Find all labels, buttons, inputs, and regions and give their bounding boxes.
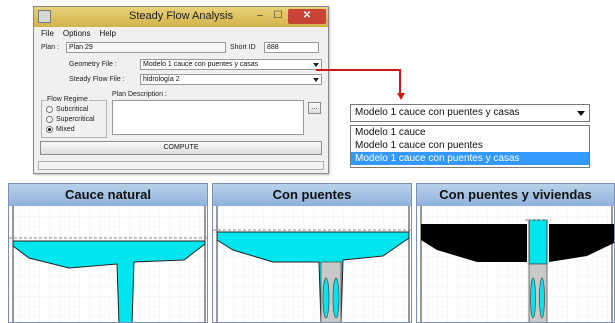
menu-bar: File Options Help — [34, 27, 328, 40]
geometry-file-value: Modelo 1 cauce con puentes y casas — [143, 61, 259, 68]
flow-regime-label: Flow Regime — [46, 96, 89, 103]
panel-title: Con puentes — [213, 184, 411, 206]
flow-regime-group: Flow Regime Subcritical Supercritical Mi… — [41, 96, 107, 138]
geometry-dropdown-selected: Modelo 1 cauce con puentes y casas — [355, 107, 520, 118]
radio-mixed-label: Mixed — [56, 126, 75, 133]
geometry-file-select[interactable]: Modelo 1 cauce con puentes y casas — [140, 59, 322, 70]
radio-subcritical-label: Subcritical — [56, 106, 89, 113]
callout-arrow-icon — [397, 93, 405, 100]
plan-label: Plan : — [41, 44, 59, 51]
water-channel — [528, 219, 548, 265]
steady-flow-file-select[interactable]: hidrología 2 — [140, 74, 322, 85]
plan-description-label: Plan Description : — [112, 91, 167, 98]
chevron-down-icon[interactable] — [311, 61, 320, 68]
cross-section-natural — [9, 206, 207, 322]
menu-help[interactable]: Help — [99, 29, 115, 38]
dropdown-option[interactable]: Modelo 1 cauce — [351, 126, 589, 139]
close-icon[interactable]: ✕ — [288, 9, 326, 24]
radio-icon — [46, 116, 53, 123]
chevron-down-icon[interactable] — [574, 107, 586, 119]
panel-cauce-natural: Cauce natural — [8, 183, 208, 323]
cross-section-puentes — [213, 206, 411, 322]
compute-button[interactable]: COMPUTE — [40, 141, 322, 155]
geometry-dropdown-zoom[interactable]: Modelo 1 cauce con puentes y casas — [350, 104, 590, 122]
dropdown-option-selected[interactable]: Modelo 1 cauce con puentes y casas — [351, 152, 589, 165]
panel-title: Cauce natural — [9, 184, 207, 206]
minimize-icon[interactable]: – — [252, 9, 268, 24]
grid — [417, 206, 614, 322]
steady-flow-window: Steady Flow Analysis – ☐ ✕ File Options … — [33, 6, 329, 174]
steady-flow-file-value: hidrología 2 — [143, 76, 180, 83]
dropdown-option[interactable]: Modelo 1 cauce con puentes — [351, 139, 589, 152]
radio-selected-icon — [46, 126, 53, 133]
panel-con-puentes: Con puentes — [212, 183, 412, 323]
browse-button[interactable]: ... — [308, 102, 321, 114]
radio-icon — [46, 106, 53, 113]
geometry-dropdown-list: Modelo 1 cauce Modelo 1 cauce con puente… — [350, 125, 590, 168]
menu-file[interactable]: File — [41, 29, 54, 38]
maximize-icon[interactable]: ☐ — [270, 9, 286, 24]
callout-line-horizontal — [316, 69, 400, 71]
geometry-file-label: Geometry File : — [69, 61, 117, 68]
radio-supercritical[interactable]: Supercritical — [46, 116, 95, 123]
short-id-field[interactable]: 888 — [264, 42, 319, 53]
chevron-down-icon[interactable] — [311, 76, 320, 83]
radio-mixed[interactable]: Mixed — [46, 126, 75, 133]
menu-options[interactable]: Options — [63, 29, 91, 38]
cross-section-viviendas — [417, 206, 614, 322]
steady-flow-file-label: Steady Flow File : — [69, 76, 125, 83]
plan-name-field[interactable]: Plan 29 — [66, 42, 226, 53]
panel-title: Con puentes y viviendas — [417, 184, 614, 206]
plan-description-textarea[interactable] — [112, 100, 304, 135]
radio-subcritical[interactable]: Subcritical — [46, 106, 88, 113]
short-id-label: Short ID — [230, 44, 256, 51]
title-bar[interactable]: Steady Flow Analysis – ☐ ✕ — [34, 7, 328, 27]
grid — [213, 206, 411, 322]
callout-line-vertical — [399, 69, 401, 95]
status-bar — [38, 161, 324, 170]
panel-con-puentes-y-viviendas: Con puentes y viviendas — [416, 183, 615, 323]
radio-supercritical-label: Supercritical — [56, 116, 95, 123]
